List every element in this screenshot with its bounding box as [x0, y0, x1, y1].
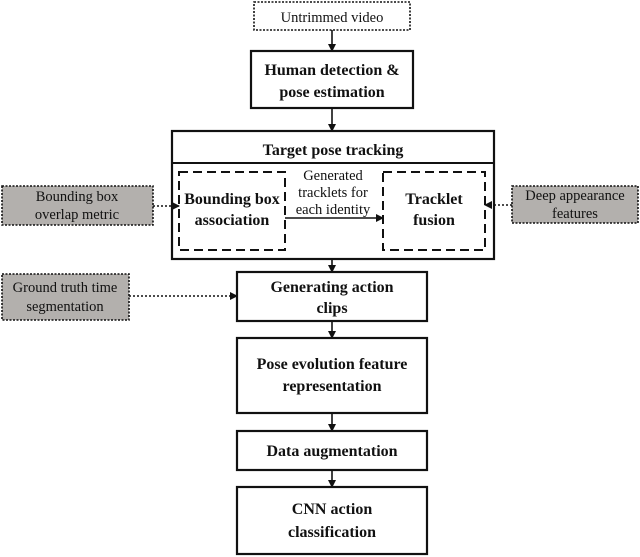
- node-label: Ground truth time: [13, 280, 118, 296]
- node-label: overlap metric: [35, 207, 119, 223]
- container-title: Target pose tracking: [263, 142, 404, 159]
- node-label: association: [195, 212, 270, 229]
- node-label: features: [552, 206, 598, 222]
- node-label: segmentation: [26, 299, 104, 315]
- node-bbox-overlap-metric: Bounding box overlap metric: [1, 185, 154, 226]
- node-generating-clips: Generating action clips: [235, 270, 429, 323]
- node-human-detection: Human detection & pose estimation: [249, 49, 415, 110]
- node-label: CNN action: [292, 501, 373, 518]
- node-label: Bounding box: [184, 191, 280, 208]
- node-label: Generating action: [270, 279, 393, 296]
- flowchart-diagram: Untrimmed video Human detection & pose e…: [1, 1, 639, 556]
- node-deep-appearance: Deep appearance features: [511, 185, 639, 224]
- node-label: clips: [316, 300, 347, 317]
- node-label: Human detection &: [264, 62, 399, 79]
- node-cnn-classification: CNN action classification: [235, 485, 429, 556]
- node-label: fusion: [413, 212, 455, 229]
- node-label: Pose evolution feature: [257, 356, 408, 373]
- node-data-augmentation: Data augmentation: [235, 429, 429, 472]
- node-label: Data augmentation: [266, 443, 397, 460]
- node-label: Untrimmed video: [281, 10, 384, 26]
- svg-text:Generated: Generated: [303, 168, 363, 184]
- node-label: classification: [288, 524, 376, 541]
- node-untrimmed-video: Untrimmed video: [253, 1, 411, 31]
- node-ground-truth-segmentation: Ground truth time segmentation: [1, 273, 130, 321]
- node-label: pose estimation: [279, 84, 384, 101]
- node-label: representation: [283, 378, 382, 395]
- node-label: Deep appearance: [525, 188, 624, 204]
- edge-label-tracklets: Generated tracklets for each identity: [296, 168, 371, 218]
- node-pose-evolution: Pose evolution feature representation: [235, 336, 429, 415]
- node-label: Tracklet: [405, 191, 463, 208]
- node-label: Bounding box: [36, 189, 119, 205]
- svg-text:each identity: each identity: [296, 202, 371, 218]
- svg-text:tracklets for: tracklets for: [298, 185, 368, 201]
